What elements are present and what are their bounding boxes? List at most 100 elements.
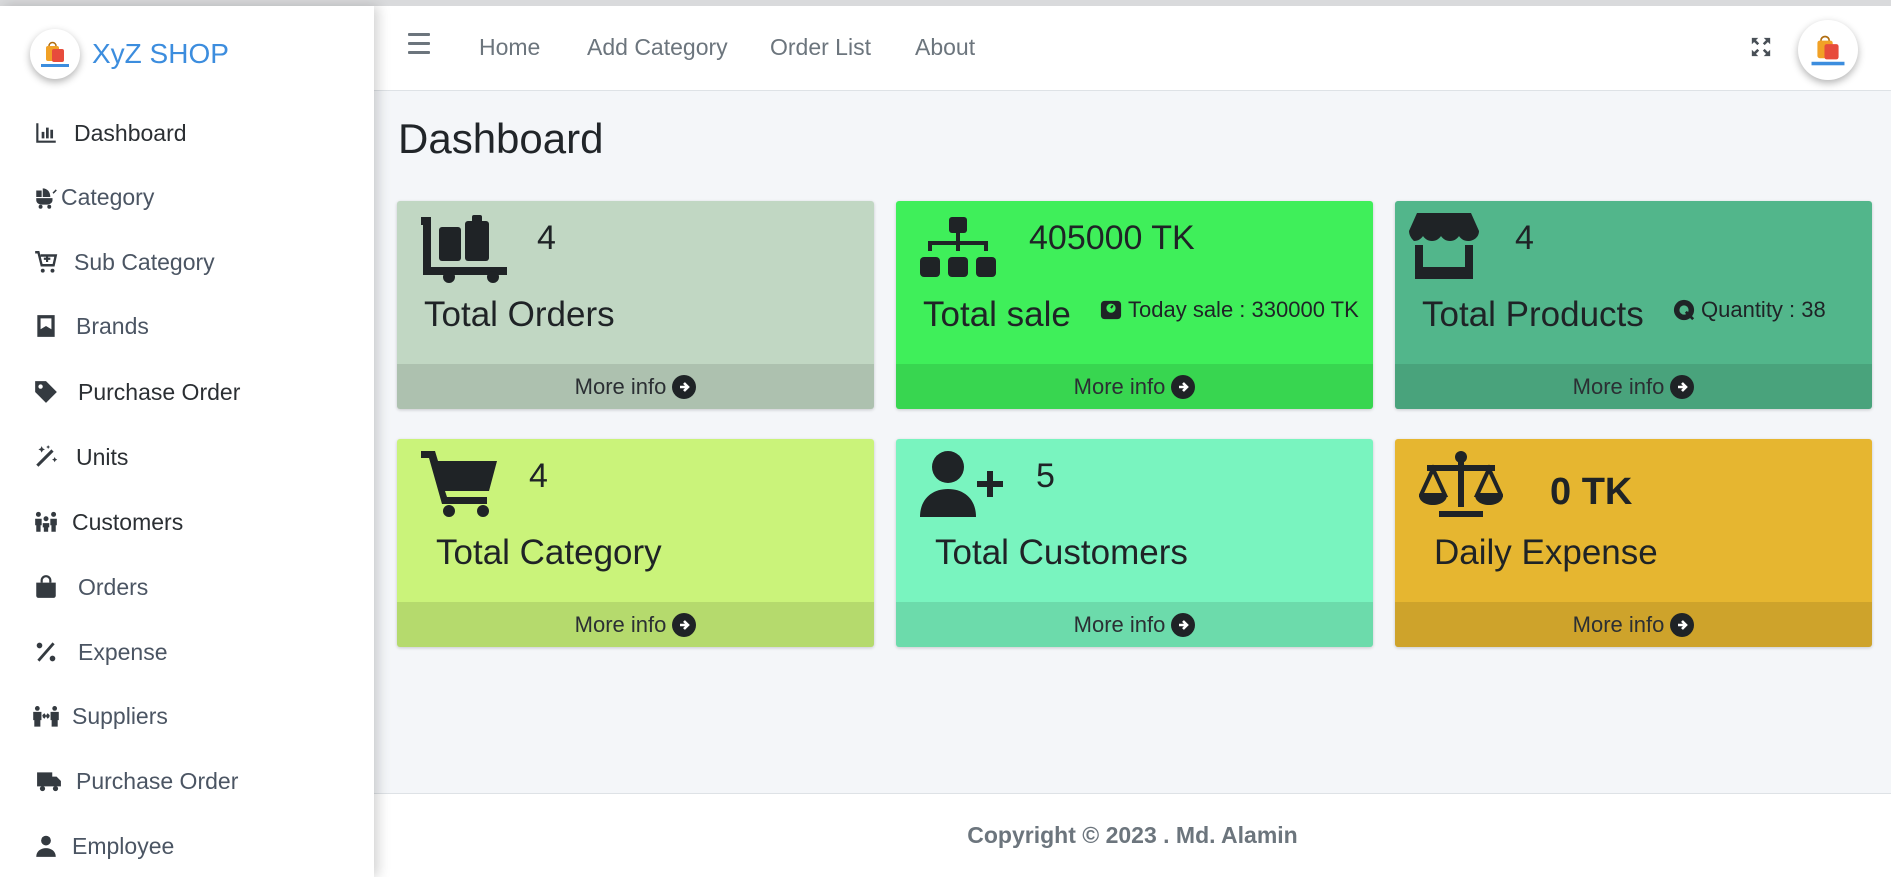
- card-label: Total Customers: [935, 533, 1188, 572]
- sidebar-item-customers[interactable]: Customers: [33, 502, 183, 542]
- card-label: Daily Expense: [1434, 533, 1658, 572]
- more-info-label: More info: [1572, 611, 1665, 637]
- arrow-circle-right-icon: [672, 612, 697, 637]
- quantity-info: Quantity : 38: [1673, 297, 1826, 323]
- shop-bag-logo-icon: [1811, 35, 1845, 66]
- sidebar-item-category[interactable]: Category: [33, 177, 154, 217]
- card-value: 5: [1036, 457, 1055, 495]
- stat-card-total-orders: 4 Total Orders More info: [397, 201, 874, 409]
- people-icon: [35, 511, 57, 532]
- shop-bag-logo-icon: [41, 41, 69, 67]
- fullscreen-expand-icon[interactable]: [1750, 36, 1772, 58]
- arrow-circle-right-icon: [1670, 374, 1695, 399]
- sidebar-item-label: Customers: [72, 508, 184, 535]
- more-info-link[interactable]: More info: [1395, 364, 1872, 409]
- sidebar-item-label: Orders: [78, 573, 149, 600]
- magic-wand-icon: [36, 445, 58, 467]
- sidebar-item-brands[interactable]: Brands: [33, 306, 149, 346]
- nav-link-home[interactable]: Home: [479, 34, 540, 61]
- stat-card-total-products: 4 Total Products Quantity : 38 More info: [1395, 201, 1872, 409]
- card-label: Total sale: [923, 295, 1071, 334]
- sidebar-item-orders[interactable]: Orders: [33, 567, 148, 607]
- sidebar-item-label: Purchase Order: [78, 378, 241, 405]
- card-value: 0 TK: [1550, 471, 1633, 513]
- card-label: Total Category: [436, 533, 662, 572]
- more-info-link[interactable]: More info: [397, 602, 874, 647]
- cart-plus-icon: [35, 251, 58, 273]
- page-title: Dashboard: [398, 115, 604, 162]
- people-arrows-icon: [33, 706, 59, 727]
- sidebar: XyZ SHOP Dashboard Category Sub Category…: [0, 6, 374, 877]
- sidebar-item-employee[interactable]: Employee: [33, 826, 174, 866]
- nav-link-about[interactable]: About: [915, 34, 975, 61]
- bookmark-icon: [37, 315, 55, 337]
- sidebar-item-purchase-order[interactable]: Purchase Order: [33, 372, 240, 412]
- sidebar-item-units[interactable]: Units: [33, 437, 128, 477]
- more-info-label: More info: [1073, 373, 1166, 399]
- sidebar-item-label: Dashboard: [74, 119, 187, 146]
- percent-icon: [36, 642, 56, 662]
- card-value: 405000 TK: [1029, 219, 1195, 257]
- truck-icon: [37, 772, 61, 792]
- shopping-bag-icon: [36, 575, 56, 598]
- sidebar-item-label: Purchase Order: [76, 767, 239, 794]
- refresh-circle-icon: [1673, 299, 1695, 321]
- sidebar-item-label: Sub Category: [74, 248, 215, 275]
- sidebar-item-label: Suppliers: [72, 702, 168, 729]
- today-sale-info: Today sale : 330000 TK: [1100, 297, 1359, 323]
- more-info-link[interactable]: More info: [1395, 602, 1872, 647]
- stat-card-total-sale: 405000 TK Total sale Today sale : 330000…: [896, 201, 1373, 409]
- today-sale-text: Today sale : 330000 TK: [1128, 297, 1359, 322]
- sidebar-item-suppliers[interactable]: Suppliers: [33, 696, 168, 736]
- shopping-cart-icon: [421, 451, 497, 522]
- brand-name: XyZ SHOP: [92, 38, 229, 69]
- more-info-link[interactable]: More info: [896, 364, 1373, 409]
- user-plus-icon: [920, 451, 1006, 522]
- more-info-label: More info: [574, 373, 667, 399]
- sidebar-item-expense[interactable]: Expense: [33, 632, 168, 672]
- stat-card-total-category: 4 Total Category More info: [397, 439, 874, 647]
- sidebar-item-purchase-order-2[interactable]: Purchase Order: [33, 761, 238, 801]
- more-info-link[interactable]: More info: [397, 364, 874, 409]
- card-value: 4: [1515, 219, 1534, 257]
- quantity-text: Quantity : 38: [1701, 297, 1826, 322]
- arrow-circle-right-icon: [1670, 612, 1695, 637]
- more-info-link[interactable]: More info: [896, 602, 1373, 647]
- tag-icon: [35, 381, 57, 403]
- sidebar-item-label: Units: [76, 443, 129, 470]
- brand-logo: [30, 29, 80, 79]
- card-label: Total Products: [1422, 295, 1644, 334]
- more-info-label: More info: [1572, 373, 1665, 399]
- nav-link-order-list[interactable]: Order List: [770, 34, 871, 61]
- card-label: Total Orders: [424, 295, 615, 334]
- user-avatar[interactable]: [1798, 20, 1858, 80]
- arrow-circle-right-icon: [1171, 612, 1196, 637]
- top-navbar: Home Add Category Order List About: [374, 6, 1891, 91]
- balance-scale-icon: [1417, 451, 1505, 522]
- weight-scale-icon: [1100, 300, 1122, 320]
- sidebar-item-dashboard[interactable]: Dashboard: [33, 113, 187, 153]
- store-icon: [1409, 213, 1479, 284]
- sidebar-item-label: Category: [61, 183, 155, 210]
- user-icon: [36, 835, 56, 857]
- more-info-label: More info: [1073, 611, 1166, 637]
- arrow-circle-right-icon: [672, 374, 697, 399]
- nav-link-add-category[interactable]: Add Category: [587, 34, 728, 61]
- sidebar-item-label: Expense: [78, 638, 168, 665]
- stat-card-total-customers: 5 Total Customers More info: [896, 439, 1373, 647]
- baby-carriage-icon: [36, 188, 57, 209]
- menu-toggle-icon[interactable]: [408, 33, 430, 57]
- copyright-text: Copyright © 2023 . Md. Alamin: [967, 822, 1298, 848]
- sidebar-item-label: Brands: [76, 312, 149, 339]
- arrow-circle-right-icon: [1171, 374, 1196, 399]
- luggage-cart-icon: [421, 213, 507, 288]
- sidebar-item-sub-category[interactable]: Sub Category: [33, 242, 215, 282]
- sidebar-item-label: Employee: [72, 832, 175, 859]
- more-info-label: More info: [574, 611, 667, 637]
- card-value: 4: [529, 457, 548, 495]
- chart-bar-icon: [36, 123, 56, 143]
- page-footer: Copyright © 2023 . Md. Alamin: [374, 793, 1891, 877]
- sitemap-icon: [920, 217, 996, 282]
- stat-card-daily-expense: 0 TK Daily Expense More info: [1395, 439, 1872, 647]
- brand-link[interactable]: XyZ SHOP: [30, 24, 229, 84]
